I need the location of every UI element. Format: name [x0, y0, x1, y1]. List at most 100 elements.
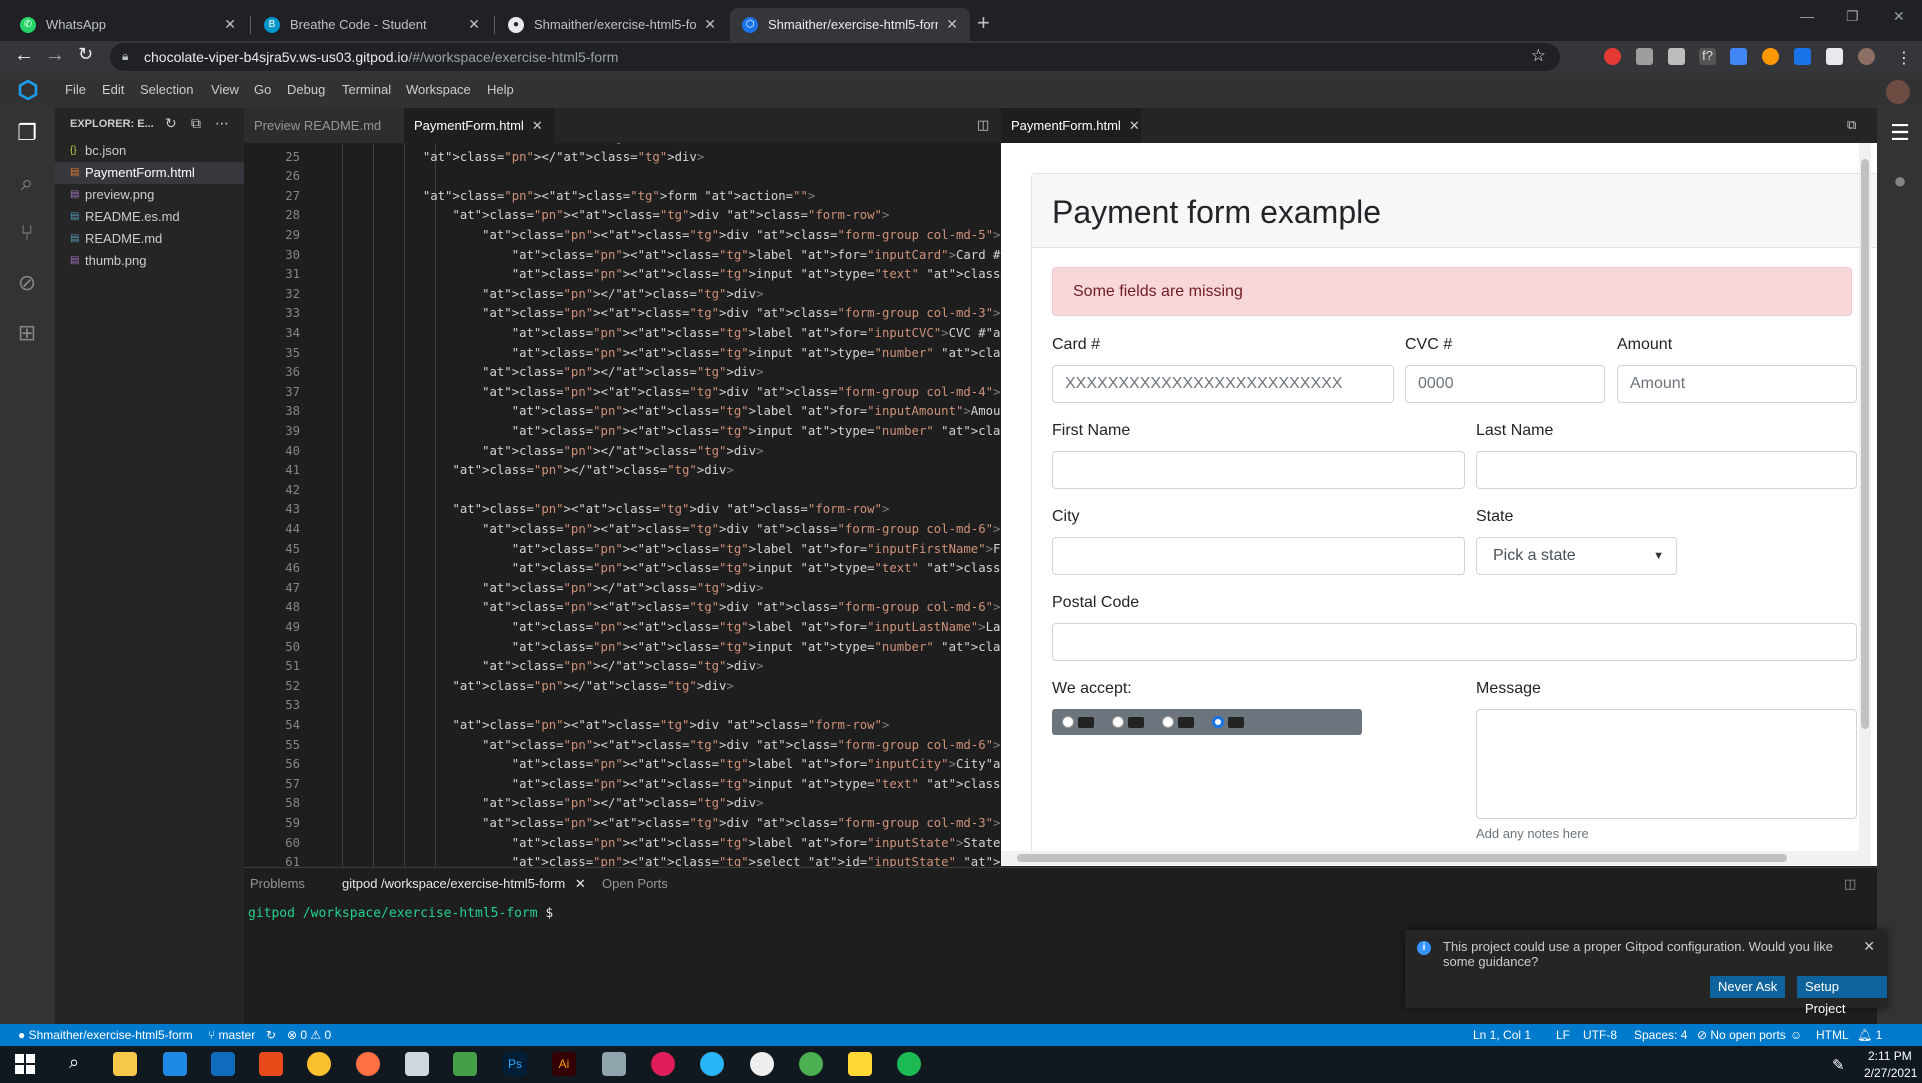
split-panel-icon[interactable]: ◫: [1844, 876, 1856, 892]
file-item[interactable]: {} bc.json: [55, 140, 244, 162]
chrome-icon[interactable]: [307, 1052, 331, 1076]
code-line[interactable]: 47 "at">class="pn"></"at">class="tg">div…: [244, 579, 1001, 598]
message-textarea[interactable]: [1476, 709, 1857, 819]
close-window-icon[interactable]: ✕: [1893, 8, 1905, 25]
payment-radio[interactable]: [1112, 716, 1124, 728]
clock-app-icon[interactable]: [750, 1052, 774, 1076]
code-line[interactable]: 55 "at">class="pn"><"at">class="tg">div …: [244, 736, 1001, 755]
open-external-icon[interactable]: ⧉: [1847, 117, 1856, 133]
explorer-icon[interactable]: ❐: [14, 120, 40, 146]
tab-problems[interactable]: Problems: [250, 876, 305, 891]
code-line[interactable]: 34 "at">class="pn"><"at">class="tg">labe…: [244, 324, 1001, 343]
cvc-input[interactable]: 0000: [1405, 365, 1605, 403]
telegram-icon[interactable]: [700, 1052, 724, 1076]
windows-start-icon[interactable]: [13, 1052, 37, 1076]
code-line[interactable]: 48 "at">class="pn"><"at">class="tg">div …: [244, 598, 1001, 617]
close-icon[interactable]: ✕: [946, 16, 958, 33]
postal-code-input[interactable]: [1052, 623, 1857, 661]
tab-preview-readme[interactable]: Preview README.md: [244, 108, 404, 143]
payment-radio[interactable]: [1062, 716, 1074, 728]
code-line[interactable]: 31 "at">class="pn"><"at">class="tg">inpu…: [244, 265, 1001, 284]
file-item[interactable]: ▤ README.es.md: [55, 206, 244, 228]
terminal-output[interactable]: gitpod /workspace/exercise-html5-form $: [248, 906, 553, 921]
restore-icon[interactable]: ❐: [1846, 8, 1859, 25]
search-icon[interactable]: ⌕: [62, 1052, 86, 1076]
user-avatar[interactable]: [1886, 80, 1910, 104]
code-line[interactable]: 54 "at">class="pn"><"at">class="tg">div …: [244, 716, 1001, 735]
preview-vertical-scrollbar[interactable]: [1859, 143, 1871, 866]
repo-status[interactable]: ● Shmaither/exercise-html5-form: [18, 1028, 193, 1042]
code-line[interactable]: 58 "at">class="pn"></"at">class="tg">div…: [244, 794, 1001, 813]
close-icon[interactable]: ✕: [532, 118, 543, 133]
code-line[interactable]: 50 "at">class="pn"><"at">class="tg">inpu…: [244, 638, 1001, 657]
clock-date[interactable]: 2/27/2021: [1864, 1066, 1917, 1080]
forward-icon[interactable]: →: [45, 44, 65, 67]
code-line[interactable]: 42: [244, 481, 1001, 500]
gitpod-extension-icon[interactable]: [1794, 48, 1811, 65]
code-line[interactable]: 37 "at">class="pn"><"at">class="tg">div …: [244, 383, 1001, 402]
menu-terminal[interactable]: Terminal: [342, 82, 391, 97]
file-explorer-icon[interactable]: [113, 1052, 137, 1076]
profile-avatar[interactable]: [1858, 48, 1875, 65]
language-status[interactable]: HTML: [1816, 1028, 1849, 1042]
app-icon[interactable]: [405, 1052, 429, 1076]
menu-selection[interactable]: Selection: [140, 82, 193, 97]
sync-icon[interactable]: ↻: [266, 1028, 276, 1042]
file-item[interactable]: ▤ thumb.png: [55, 250, 244, 272]
code-line[interactable]: 59 "at">class="pn"><"at">class="tg">div …: [244, 814, 1001, 833]
problems-status[interactable]: ⊗ 0 ⚠ 0: [287, 1028, 331, 1042]
code-line[interactable]: 35 "at">class="pn"><"at">class="tg">inpu…: [244, 344, 1001, 363]
code-line[interactable]: 24 Some fields are missing: [244, 143, 1001, 147]
code-line[interactable]: 28 "at">class="pn"><"at">class="tg">div …: [244, 206, 1001, 225]
address-bar[interactable]: 🔒︎ chocolate-viper-b4sjra5v.ws-us03.gitp…: [110, 43, 1560, 71]
payment-radio-selected[interactable]: [1212, 716, 1224, 728]
code-line[interactable]: 27 "at">class="pn"><"at">class="tg">form…: [244, 187, 1001, 206]
menu-debug[interactable]: Debug: [287, 82, 325, 97]
app-icon[interactable]: [602, 1052, 626, 1076]
code-line[interactable]: 61 "at">class="pn"><"at">class="tg">sele…: [244, 853, 1001, 867]
close-icon[interactable]: ✕: [704, 16, 716, 33]
source-control-icon[interactable]: ⑂: [14, 220, 40, 246]
code-line[interactable]: 51 "at">class="pn"></"at">class="tg">div…: [244, 657, 1001, 676]
code-line[interactable]: 30 "at">class="pn"><"at">class="tg">labe…: [244, 246, 1001, 265]
close-icon[interactable]: ✕: [1129, 118, 1140, 133]
translate-icon[interactable]: [1730, 48, 1747, 65]
last-name-input[interactable]: [1476, 451, 1857, 489]
refresh-icon[interactable]: ↻: [165, 115, 177, 132]
code-line[interactable]: 26: [244, 167, 1001, 186]
browser-tab-github[interactable]: ● Shmaither/exercise-html5-form: ✕: [496, 8, 728, 41]
code-line[interactable]: 36 "at">class="pn"></"at">class="tg">div…: [244, 363, 1001, 382]
indent-status[interactable]: Spaces: 4: [1634, 1028, 1687, 1042]
code-line[interactable]: 57 "at">class="pn"><"at">class="tg">inpu…: [244, 775, 1001, 794]
ports-status[interactable]: ⊘ No open ports: [1697, 1028, 1786, 1042]
illustrator-icon[interactable]: Ai: [552, 1052, 576, 1076]
sticky-notes-icon[interactable]: [848, 1052, 872, 1076]
tab-terminal[interactable]: gitpod /workspace/exercise-html5-form ✕: [342, 876, 586, 892]
more-icon[interactable]: ⋮: [1896, 48, 1913, 67]
back-icon[interactable]: ←: [14, 44, 34, 67]
close-icon[interactable]: ✕: [224, 16, 236, 33]
tab-paymentform[interactable]: PaymentForm.html ✕: [404, 108, 554, 143]
menu-help[interactable]: Help: [487, 82, 514, 97]
menu-go[interactable]: Go: [254, 82, 271, 97]
extension-icon[interactable]: f?: [1699, 48, 1716, 65]
code-line[interactable]: 43 "at">class="pn"><"at">class="tg">div …: [244, 500, 1001, 519]
code-line[interactable]: 45 "at">class="pn"><"at">class="tg">labe…: [244, 540, 1001, 559]
code-line[interactable]: 56 "at">class="pn"><"at">class="tg">labe…: [244, 755, 1001, 774]
debug-icon[interactable]: ⊘: [14, 270, 40, 296]
tab-open-ports[interactable]: Open Ports: [602, 876, 668, 891]
collapse-all-icon[interactable]: ⧉: [191, 115, 201, 132]
code-line[interactable]: 60 "at">class="pn"><"at">class="tg">labe…: [244, 834, 1001, 853]
amount-input[interactable]: Amount: [1617, 365, 1857, 403]
setup-project-button[interactable]: Setup Project: [1797, 976, 1887, 1016]
code-line[interactable]: 29 "at">class="pn"><"at">class="tg">div …: [244, 226, 1001, 245]
code-line[interactable]: 33 "at">class="pn"><"at">class="tg">div …: [244, 304, 1001, 323]
never-ask-button[interactable]: Never Ask: [1710, 976, 1786, 998]
app-icon[interactable]: [799, 1052, 823, 1076]
firefox-icon[interactable]: [356, 1052, 380, 1076]
github-icon[interactable]: ●: [1887, 168, 1913, 194]
clock-time[interactable]: 2:11 PM: [1868, 1049, 1912, 1063]
extensions-icon[interactable]: ⊞: [14, 320, 40, 346]
encoding-status[interactable]: UTF-8: [1583, 1028, 1617, 1042]
eol-status[interactable]: LF: [1556, 1028, 1570, 1042]
